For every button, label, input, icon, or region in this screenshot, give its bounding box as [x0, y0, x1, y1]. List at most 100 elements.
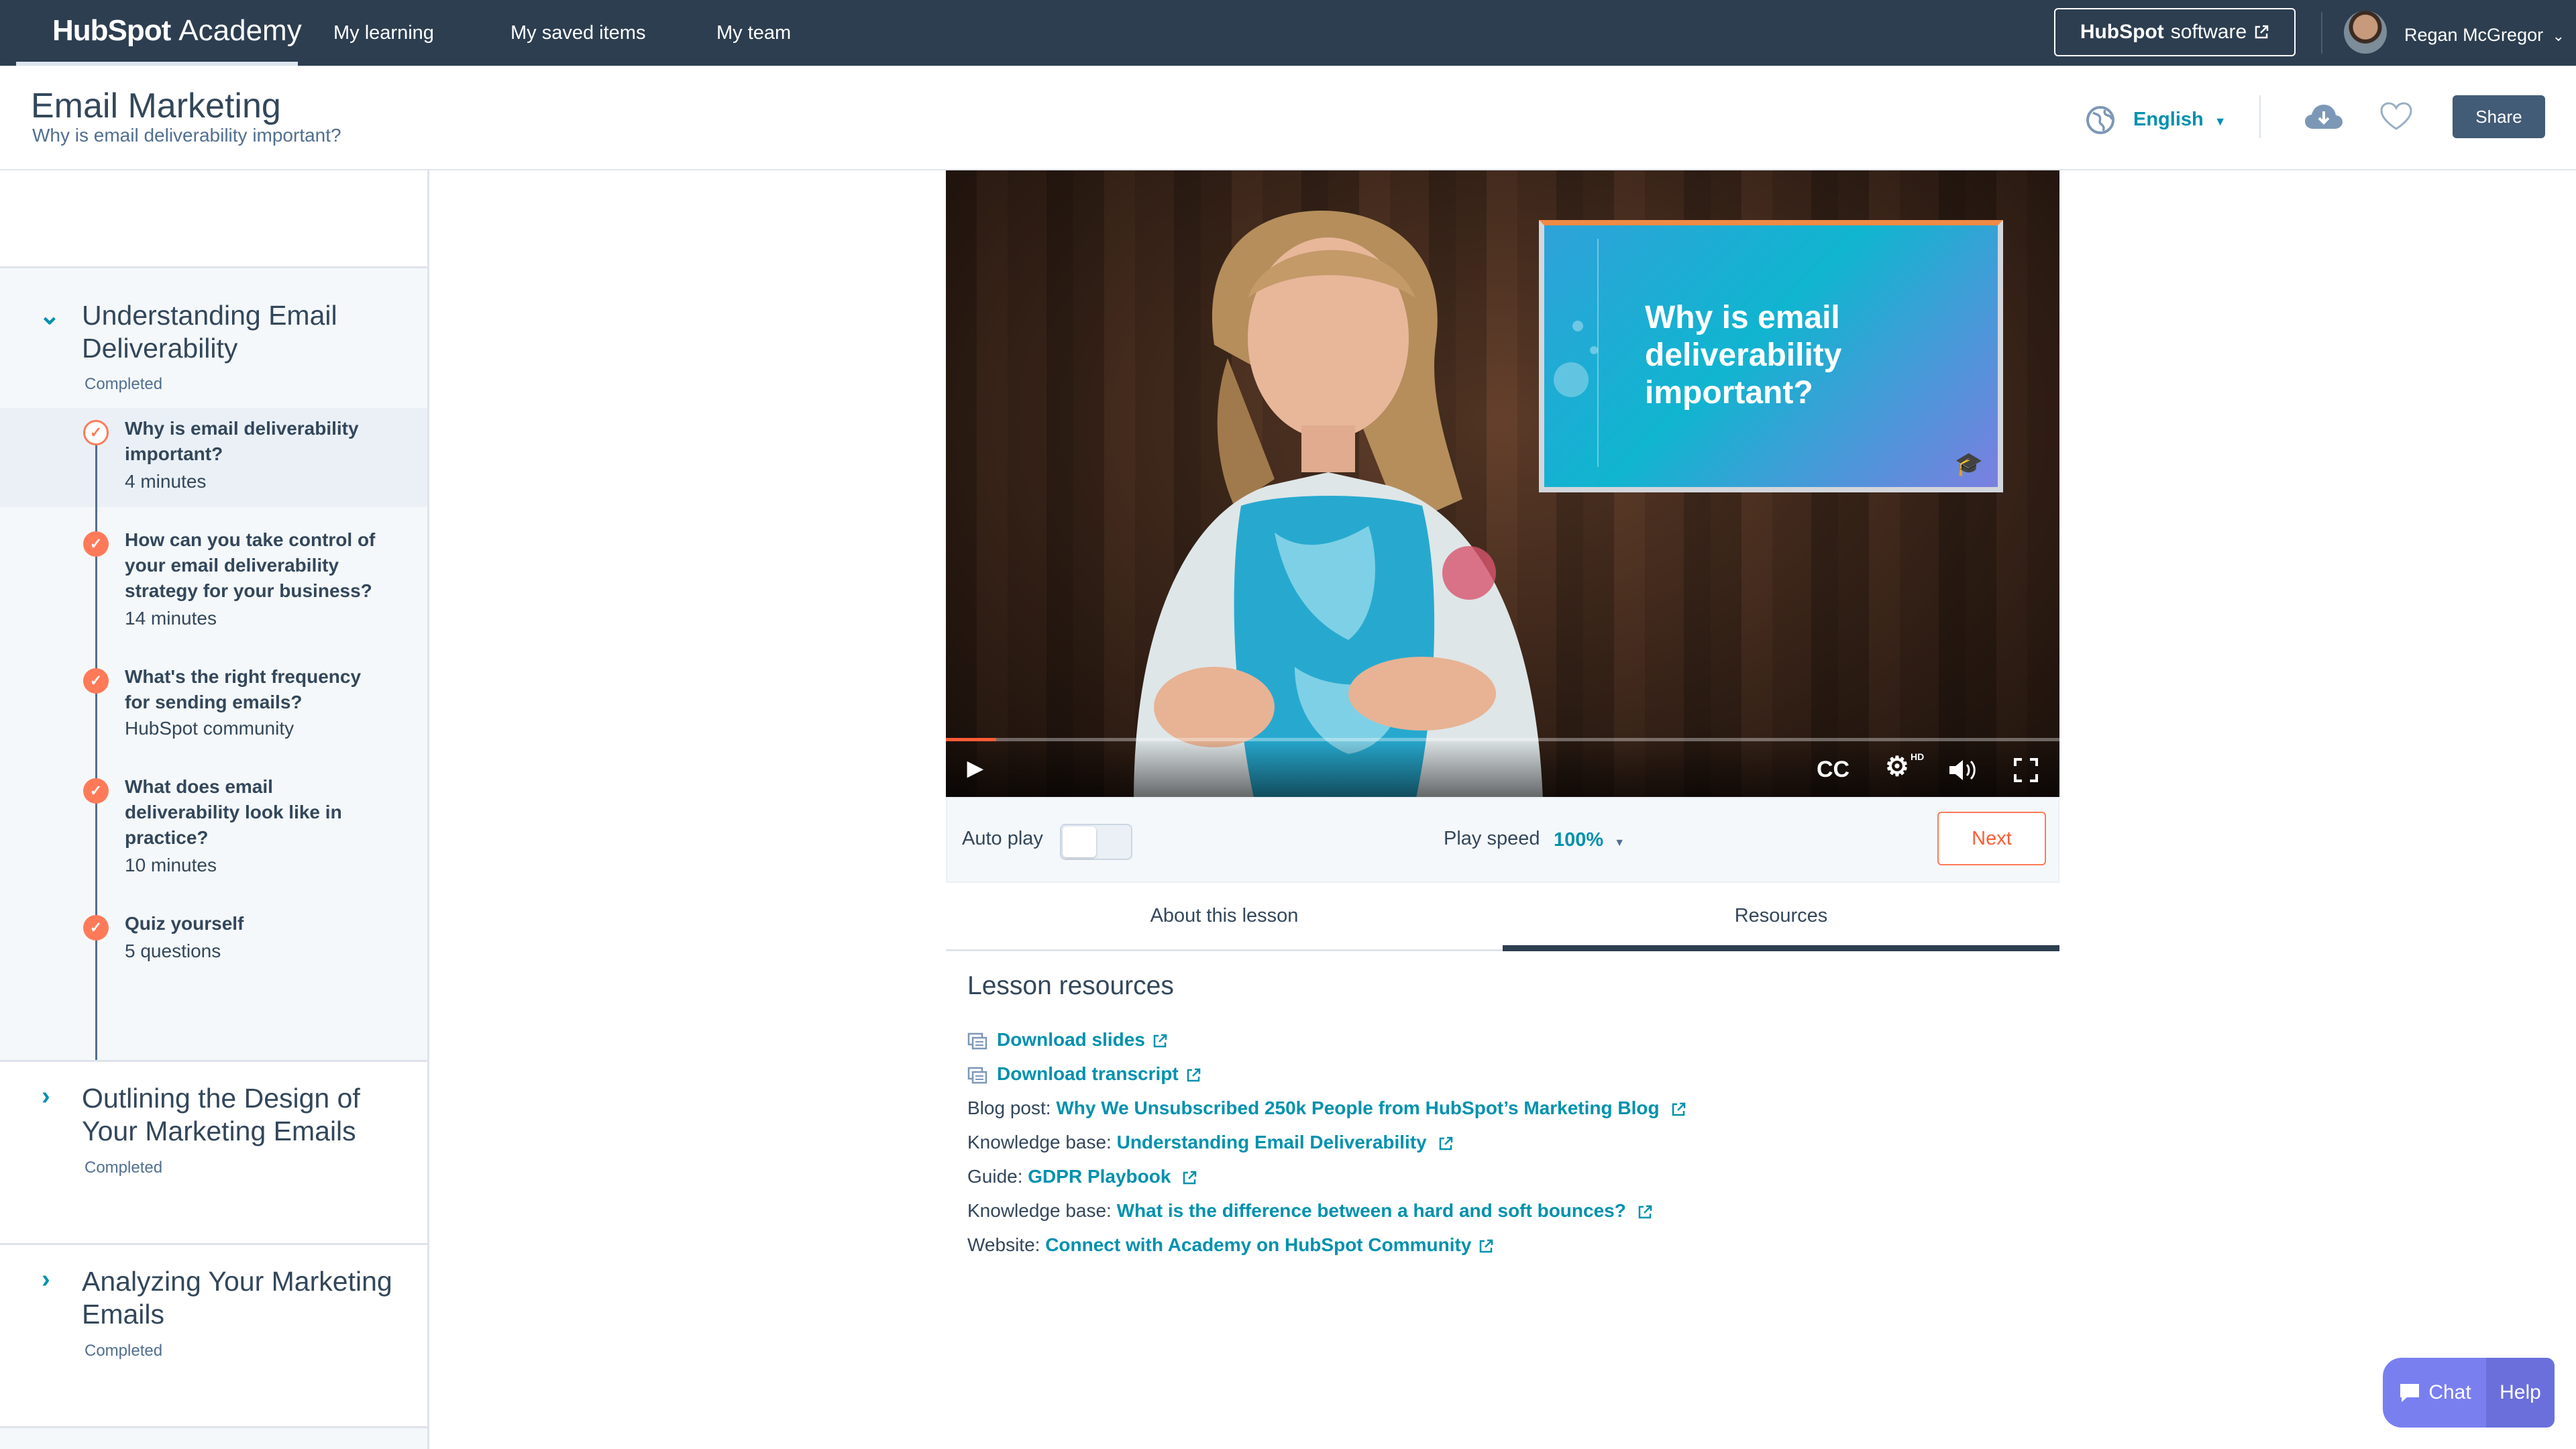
- chevron-down-icon: ⌄: [2552, 28, 2565, 44]
- section-title: Analyzing Your Marketing Emails: [82, 1266, 392, 1330]
- completed-check-icon: ✓: [83, 915, 109, 941]
- chevron-right-icon: ›: [42, 1082, 50, 1110]
- lesson-link[interactable]: What's the right frequency for sending e…: [125, 664, 380, 715]
- tab-resources[interactable]: Resources: [1503, 884, 2059, 951]
- chat-label: Chat: [2428, 1381, 2471, 1403]
- course-title: Email Marketing: [31, 87, 281, 125]
- tab-about-this-lesson[interactable]: About this lesson: [946, 884, 1503, 951]
- resource-type-label: Guide:: [967, 1166, 1028, 1187]
- resource-item: Knowledge base: Understanding Email Deli…: [967, 1132, 1454, 1153]
- nav-my-saved-items[interactable]: My saved items: [511, 0, 645, 66]
- external-link-icon: [1439, 1136, 1452, 1150]
- caret-down-icon: ▼: [2214, 115, 2226, 128]
- video-player[interactable]: Why is email deliverability important? 🎓…: [946, 170, 2059, 797]
- resource-item: Download slides: [967, 1029, 1168, 1051]
- brand-secondary: Academy: [178, 14, 302, 47]
- external-link-icon: [1183, 1171, 1197, 1184]
- user-avatar[interactable]: [2344, 11, 2387, 54]
- slide-decoration: [1554, 239, 1599, 467]
- chat-widget: Chat Help: [2383, 1358, 2555, 1428]
- completed-check-icon: ✓: [83, 778, 109, 804]
- external-link-icon: [1638, 1205, 1652, 1218]
- heart-icon[interactable]: [2379, 101, 2414, 131]
- lesson-tabs: About this lesson Resources: [946, 884, 2059, 951]
- resource-type-label: Website:: [967, 1234, 1046, 1255]
- autoplay-label: Auto play: [962, 828, 1043, 849]
- section-divider: [0, 1426, 427, 1428]
- video-progress-fill: [946, 738, 996, 741]
- download-slides-link[interactable]: Download slides: [997, 1029, 1145, 1050]
- help-button[interactable]: Help: [2486, 1358, 2555, 1428]
- lesson-link[interactable]: Why is email deliverability important?: [125, 416, 380, 467]
- resource-item: Guide: GDPR Playbook: [967, 1166, 1197, 1187]
- presentation-slide: Why is email deliverability important? 🎓: [1539, 220, 2003, 492]
- hubspot-academy-logo[interactable]: HubSpot Academy: [16, 0, 302, 66]
- download-transcript-link[interactable]: Download transcript: [997, 1063, 1179, 1084]
- volume-icon[interactable]: [1948, 758, 1980, 782]
- hubspot-software-button[interactable]: HubSpot software: [2054, 8, 2296, 56]
- language-selector[interactable]: English ▼: [2133, 109, 2226, 131]
- document-icon: [967, 1032, 987, 1049]
- guide-link[interactable]: GDPR Playbook: [1028, 1166, 1171, 1187]
- video-progress-bar[interactable]: [946, 738, 2059, 741]
- play-speed-value: 100%: [1554, 829, 1604, 851]
- blog-post-link[interactable]: Why We Unsubscribed 250k People from Hub…: [1056, 1097, 1659, 1118]
- chevron-right-icon: ›: [42, 1265, 50, 1293]
- software-button-brand: HubSpot: [2080, 21, 2164, 43]
- completed-check-icon: ✓: [83, 531, 109, 557]
- hd-badge: HD: [1911, 751, 1925, 762]
- user-menu[interactable]: Regan McGregor ⌄: [2404, 0, 2565, 66]
- player-options-bar: Auto play Play speed 100% ▼ Next: [946, 797, 2059, 883]
- nav-my-learning[interactable]: My learning: [333, 0, 434, 66]
- resource-item: Download transcript: [967, 1063, 1201, 1085]
- course-sidebar: ⌄ Understanding Email Deliverability Com…: [0, 170, 429, 1449]
- closed-captions-button[interactable]: CC: [1817, 757, 1849, 783]
- external-link-icon: [1672, 1102, 1685, 1116]
- chat-button[interactable]: Chat: [2383, 1358, 2486, 1428]
- lesson-resources-heading: Lesson resources: [967, 971, 1174, 1000]
- lesson-link[interactable]: How can you take control of your email d…: [125, 527, 380, 604]
- nav-divider: [2321, 12, 2322, 54]
- section-analyzing-emails[interactable]: › Analyzing Your Marketing Emails Comple…: [0, 1245, 427, 1426]
- lesson-source: HubSpot community: [125, 718, 294, 739]
- software-button-label: software: [2170, 21, 2247, 43]
- play-speed-label: Play speed: [1444, 828, 1540, 849]
- brand-primary: HubSpot: [52, 14, 171, 47]
- play-icon[interactable]: ▶: [967, 757, 983, 780]
- toggle-knob: [1063, 826, 1096, 857]
- external-link-icon: [1153, 1034, 1167, 1047]
- external-link-icon: [1480, 1239, 1493, 1252]
- resource-item: Knowledge base: What is the difference b…: [967, 1200, 1653, 1222]
- presenter-figure: [1134, 211, 1543, 797]
- knowledge-base-link[interactable]: Understanding Email Deliverability: [1117, 1132, 1427, 1152]
- settings-gear-icon[interactable]: ⚙: [1885, 751, 1909, 782]
- community-link[interactable]: Connect with Academy on HubSpot Communit…: [1045, 1234, 1471, 1255]
- fullscreen-icon[interactable]: [2014, 758, 2038, 782]
- section-status: Completed: [85, 375, 163, 393]
- section-outlining-design[interactable]: › Outlining the Design of Your Marketing…: [0, 1062, 427, 1243]
- resource-item: Blog post: Why We Unsubscribed 250k Peop…: [967, 1097, 1686, 1119]
- lesson-duration: 10 minutes: [125, 855, 217, 875]
- share-button[interactable]: Share: [2453, 95, 2545, 138]
- section-title: Outlining the Design of Your Marketing E…: [82, 1083, 360, 1146]
- section-title[interactable]: Understanding Email Deliverability: [82, 299, 404, 365]
- slide-title: Why is email deliverability important?: [1645, 300, 1842, 411]
- autoplay-toggle[interactable]: [1060, 824, 1132, 860]
- resource-type-label: Blog post:: [967, 1097, 1057, 1118]
- nav-my-team[interactable]: My team: [716, 0, 791, 66]
- graduation-cap-icon: 🎓: [1954, 451, 1983, 477]
- play-speed-dropdown[interactable]: 100% ▼: [1554, 829, 1625, 851]
- sidebar-spacer: [0, 170, 427, 268]
- next-lesson-button[interactable]: Next: [1937, 812, 2046, 865]
- user-name: Regan McGregor: [2404, 25, 2544, 45]
- resource-item: Website: Connect with Academy on HubSpot…: [967, 1234, 1494, 1256]
- lesson-link[interactable]: Quiz yourself: [125, 911, 380, 936]
- resource-type-label: Knowledge base:: [967, 1200, 1117, 1221]
- lesson-link[interactable]: What does email deliverability look like…: [125, 774, 380, 851]
- cloud-download-icon[interactable]: [2304, 101, 2344, 131]
- knowledge-base-link[interactable]: What is the difference between a hard an…: [1117, 1200, 1626, 1221]
- globe-icon[interactable]: [2085, 105, 2116, 136]
- section-status: Completed: [85, 1159, 163, 1177]
- chevron-down-icon[interactable]: ⌄: [39, 301, 60, 331]
- lesson-subtitle: Why is email deliverability important?: [32, 125, 341, 146]
